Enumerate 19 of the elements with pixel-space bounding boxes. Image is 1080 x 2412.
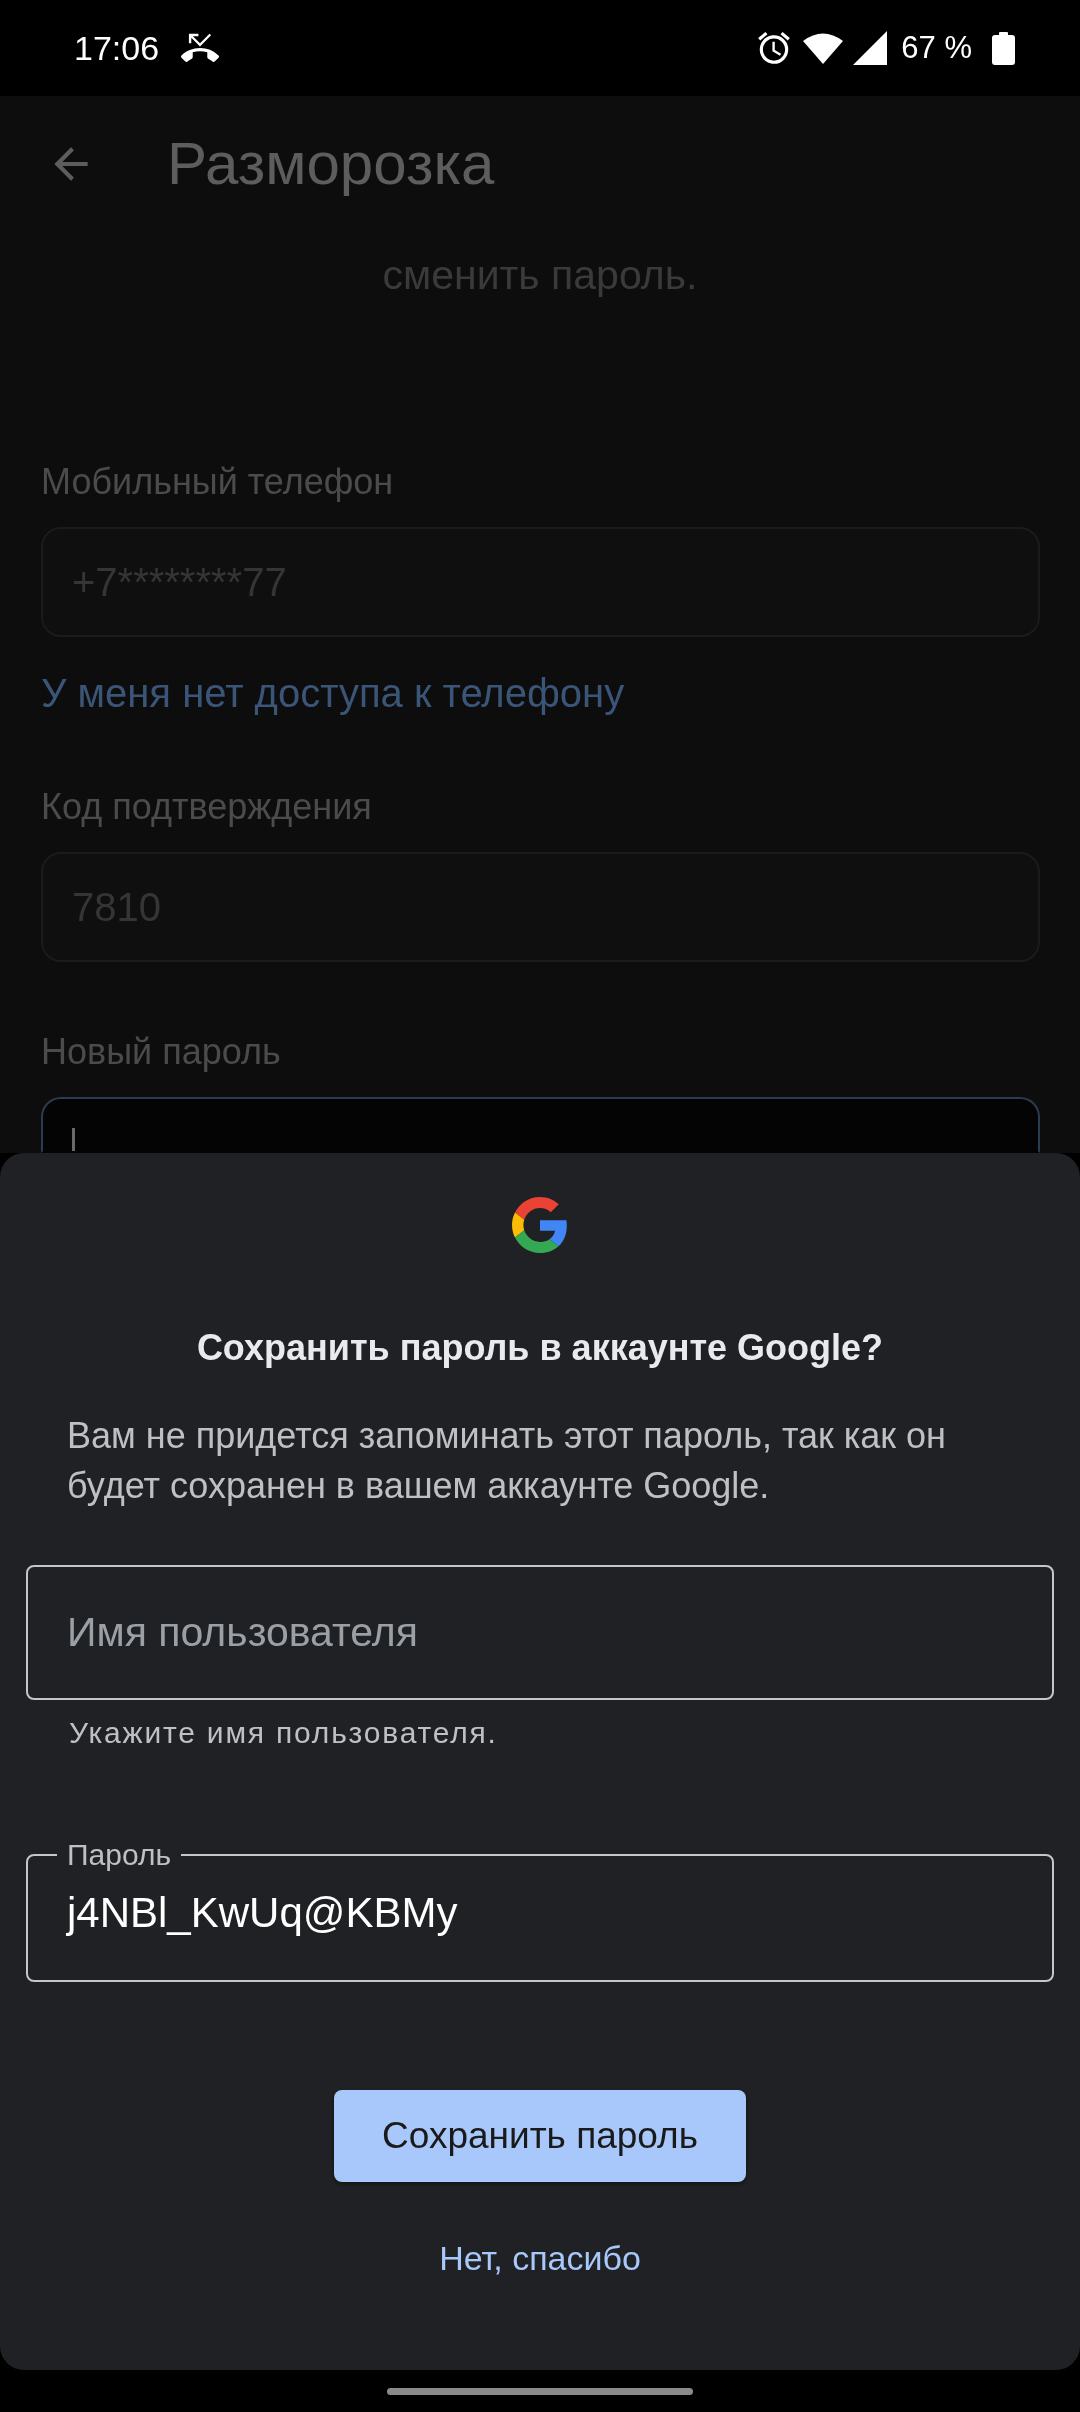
save-password-button[interactable]: Сохранить пароль xyxy=(334,2090,746,2182)
battery-level: 67 % xyxy=(901,29,972,67)
wifi-icon xyxy=(803,32,844,64)
text-cursor xyxy=(72,1128,75,1151)
username-field[interactable]: Имя пользователя xyxy=(26,1565,1054,1700)
battery-icon xyxy=(992,31,1015,65)
helper-text: Укажите имя пользователя. xyxy=(68,1715,499,1751)
field-label: Код подтверждения xyxy=(41,785,372,829)
sheet-message: Вам не придется запоминать этот пароль, так как он будет сохранен в вашем аккаунте Google. xyxy=(66,1414,947,1508)
field-label: Мобильный телефон xyxy=(41,460,394,504)
field-label: Новый пароль xyxy=(41,1030,281,1074)
input-field[interactable] xyxy=(41,1097,1040,1153)
gesture-bar[interactable] xyxy=(387,2387,693,2395)
status-time: 17:06 xyxy=(74,28,160,68)
signal-icon xyxy=(853,31,888,65)
g-logo-icon xyxy=(512,1197,568,1253)
dismiss-button[interactable]: Нет, спасибо xyxy=(423,2226,657,2290)
sheet-title: Сохранить пароль в аккаунте Google? xyxy=(196,1326,884,1370)
screen-title: Разморозка xyxy=(167,129,495,199)
